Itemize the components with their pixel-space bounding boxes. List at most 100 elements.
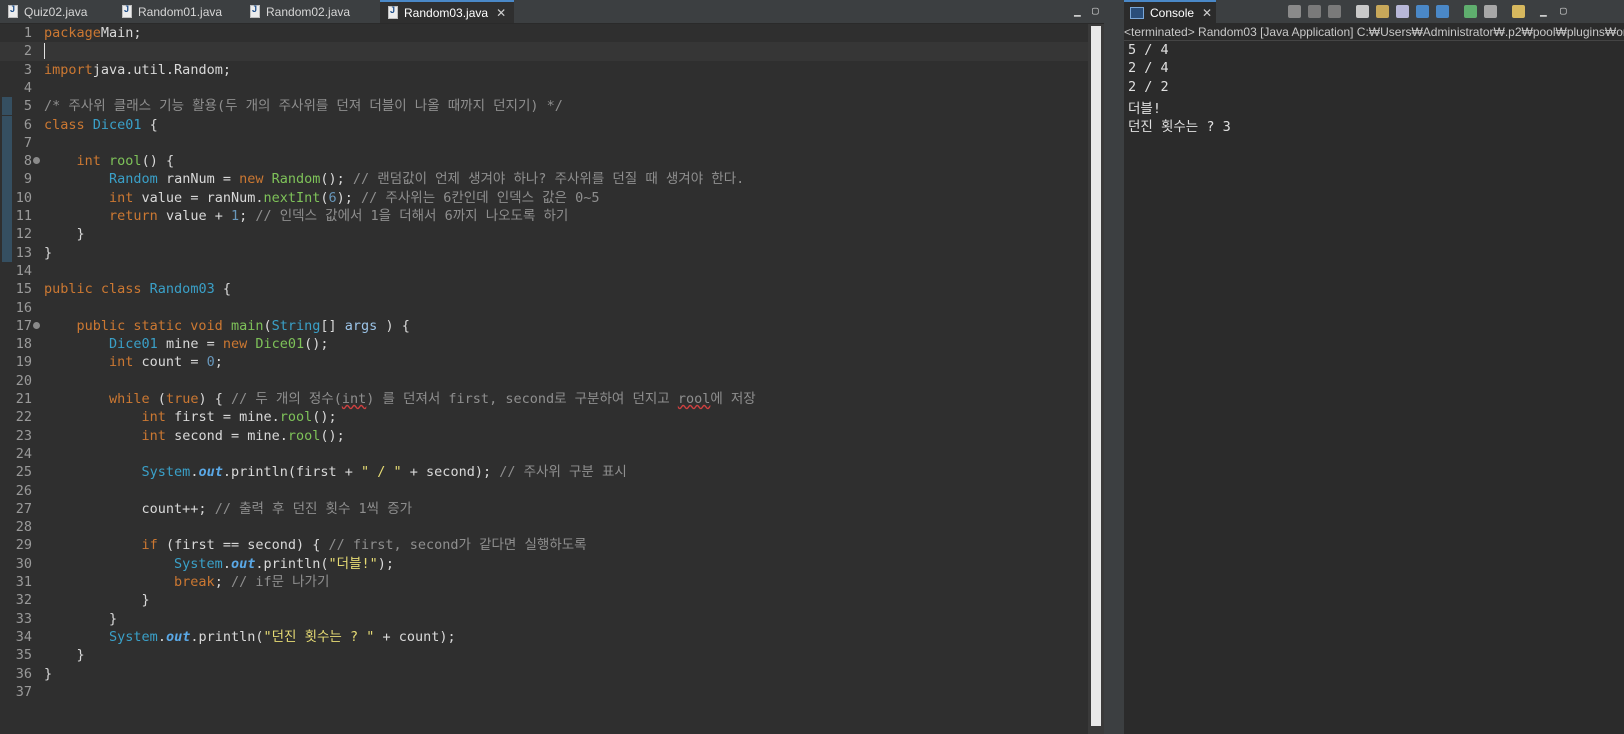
code-token: (first == second) { [157,537,329,554]
console-status: <terminated> Random03 [Java Application]… [1124,25,1624,41]
code-line[interactable]: 34 System.out.println("던진 횟수는 ? " + coun… [0,628,1088,646]
code-line[interactable]: 29 if (first == second) { // first, seco… [0,536,1088,554]
fold-toggle-icon[interactable] [33,157,40,165]
line-number: 22 [15,409,32,426]
code-line[interactable]: 2 [0,42,1088,61]
code-line[interactable]: 4 [0,79,1088,97]
minimize-icon[interactable]: ▁ [1540,4,1547,17]
code-line[interactable]: 27 count++; // 출력 후 던진 횟수 1씩 증가 [0,500,1088,518]
code-area[interactable]: 1 packageMain; 2 3 importjava.util.Random; 4 5… [0,24,1088,734]
code-line[interactable]: 9 Random ranNum = new Random(); // 랜덤값이 … [0,170,1088,189]
maximize-icon[interactable]: ▢ [1560,4,1567,17]
line-number: 7 [23,134,32,151]
line-number: 35 [15,647,32,664]
code-token: ; [239,208,256,224]
code-line[interactable]: 35 } [0,646,1088,664]
code-line[interactable]: 31 break; // if문 나가기 [0,573,1088,591]
editor-scrollbar[interactable] [1088,24,1104,734]
code-token: import [44,61,93,78]
code-line[interactable]: 3 importjava.util.Random; [0,61,1088,79]
code-line[interactable]: 25 System.out.println(first + " / " + se… [0,463,1088,481]
remove-all-icon[interactable] [1328,5,1341,18]
code-line[interactable]: 10 int value = ranNum.nextInt(6); // 주사위… [0,188,1088,207]
line-number: 23 [15,427,32,444]
code-line[interactable]: 20 [0,372,1088,390]
code-line[interactable]: 37 [0,683,1088,701]
code-line[interactable]: 14 [0,262,1088,280]
code-token: Dice01 [255,336,305,353]
open-console-icon[interactable] [1464,5,1477,18]
code-line[interactable]: 26 [0,482,1088,500]
pane-divider[interactable] [1104,0,1124,734]
new-console-icon[interactable] [1512,5,1525,18]
console-output-line: 던진 횟수는 ? 3 [1128,119,1231,136]
code-line[interactable]: 33 } [0,610,1088,628]
tab-console[interactable]: Console ✕ [1124,0,1216,23]
java-file-icon [388,5,398,19]
code-token: while [109,391,150,407]
code-token: ; [214,574,231,590]
line-number: 9 [23,171,32,188]
code-line[interactable]: 7 [0,133,1088,153]
code-line[interactable]: 24 [0,445,1088,463]
code-token: new [222,336,248,353]
code-line[interactable]: 12 } [0,225,1088,244]
code-text: System.out.println("더블!"); [44,555,394,573]
code-line[interactable]: 6 class Dice01 { [0,115,1088,134]
code-line[interactable]: 32 } [0,591,1088,609]
code-token: break [174,574,215,590]
scroll-lock-icon[interactable] [1356,5,1369,18]
tab-random03[interactable]: Random03.java ✕ [380,0,515,23]
code-line[interactable]: 30 System.out.println("더블!"); [0,555,1088,573]
code-line[interactable]: 28 [0,518,1088,536]
scrollbar-thumb[interactable] [1091,26,1101,726]
remove-launch-icon[interactable] [1308,5,1321,18]
code-text: } [44,665,52,683]
code-token: " / " [361,464,402,481]
code-line[interactable]: 19 int count = 0; [0,353,1088,371]
code-text: return value + 1; // 인덱스 값에서 1을 더해서 6까지 … [44,207,568,225]
fold-toggle-icon[interactable] [33,321,40,329]
view-menu-icon[interactable] [1484,5,1497,18]
code-line[interactable]: 21 while (true) { // 두 개의 정수(int) 를 던져서 … [0,390,1088,408]
tab-random01[interactable]: Random01.java [122,0,222,23]
code-token: rool [279,409,313,426]
code-line[interactable]: 16 [0,299,1088,317]
code-line[interactable]: 36} [0,665,1088,683]
display-console-icon[interactable] [1416,5,1429,18]
line-number: 3 [23,61,32,78]
terminate-icon[interactable] [1288,5,1301,18]
code-token: int [76,153,101,170]
code-token: count++; [44,500,215,517]
code-line[interactable]: 11 return value + 1; // 인덱스 값에서 1을 더해서 6… [0,207,1088,226]
code-token: "더블!" [328,555,378,572]
code-line[interactable]: 22 int first = mine.rool(); [0,408,1088,426]
tab-random02[interactable]: Random02.java [250,0,350,23]
maximize-icon[interactable]: ▢ [1092,4,1099,17]
pin-console-icon[interactable] [1396,5,1409,18]
code-line[interactable]: 18 Dice01 mine = new Dice01(); [0,335,1088,353]
display-selected-icon[interactable] [1436,5,1449,18]
code-token: ranNum = [157,171,240,188]
code-line[interactable]: 1 packageMain; [0,24,1088,42]
code-line[interactable]: 15 public class Random03 { [0,280,1088,298]
code-token: ) 를 던져서 first, second로 구분하여 던지고 [366,391,678,407]
minimize-icon[interactable]: ▁ [1074,4,1081,17]
close-icon[interactable]: ✕ [496,6,506,20]
code-line[interactable]: 13} [0,243,1088,262]
code-token: ( [320,189,329,206]
code-line[interactable]: 17 public static void main(String[] args… [0,317,1088,335]
close-icon[interactable]: ✕ [1202,6,1212,20]
tab-quiz02[interactable]: Quiz02.java [8,0,87,23]
code-token: // 두 개의 정수( [230,391,342,407]
code-text: Random ranNum = new Random(); // 랜덤값이 언제… [44,170,744,188]
code-token: main [230,317,264,334]
code-line[interactable]: 23 int second = mine.rool(); [0,427,1088,445]
code-token: rool [677,391,711,407]
code-line[interactable]: 5 /* 주사위 클래스 기능 활용(두 개의 주사위를 던져 더블이 나올 때까… [0,97,1088,116]
code-token: out [165,628,191,645]
word-wrap-icon[interactable] [1376,5,1389,18]
code-line[interactable]: 8 int rool() { [0,152,1088,171]
